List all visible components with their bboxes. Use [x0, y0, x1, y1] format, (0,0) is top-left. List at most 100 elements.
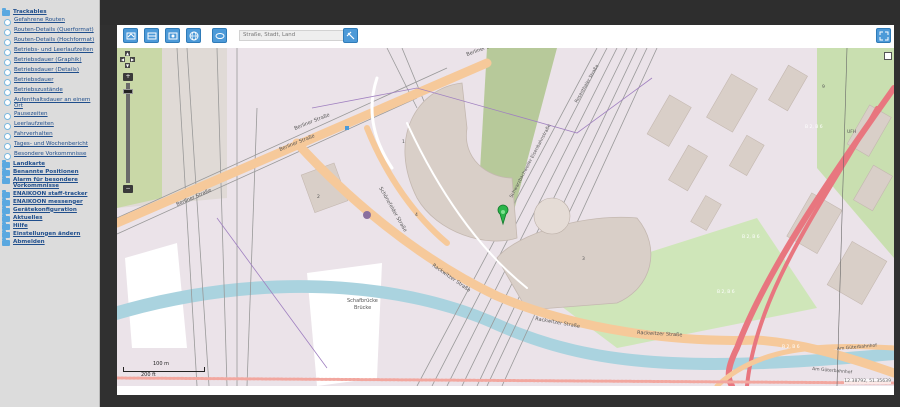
zoom-slider-handle[interactable]: [123, 89, 133, 94]
sidebar-item[interactable]: Landkarte: [0, 159, 99, 168]
sidebar-item[interactable]: Einstellungen ändern: [0, 229, 99, 238]
sidebar-item-label[interactable]: Aufenthaltsdauer an einem Ort: [14, 97, 99, 110]
map-tool-3-icon[interactable]: [165, 28, 180, 43]
sidebar-item-label[interactable]: Leerlaufzeiten: [14, 121, 54, 127]
sidebar-item[interactable]: Aufenthaltsdauer an einem Ort: [0, 97, 99, 110]
report-icon: [4, 59, 11, 66]
sidebar-item-label[interactable]: Betriebsdauer (Details): [14, 67, 79, 73]
top-bar: [100, 0, 900, 25]
report-icon: [4, 112, 11, 120]
sidebar-item-label[interactable]: Einstellungen ändern: [13, 231, 80, 237]
report-icon: [4, 122, 11, 130]
pan-control[interactable]: ▲ ◀ ▶ ▼: [120, 51, 135, 71]
zoom-in-button[interactable]: +: [123, 73, 133, 81]
sidebar-item-label[interactable]: Gerätekonfiguration: [13, 207, 77, 213]
cursor-coordinates: 12.38792, 51.35639: [844, 379, 891, 384]
map-tool-5-icon[interactable]: [212, 28, 227, 43]
sidebar-item-label[interactable]: Betriebszustände: [14, 87, 63, 93]
pan-up-icon[interactable]: ▲: [125, 51, 130, 56]
sidebar-item[interactable]: Benannte Positionen: [0, 167, 99, 176]
pan-down-icon[interactable]: ▼: [125, 63, 130, 68]
sidebar-item[interactable]: Betriebsdauer (Details): [0, 67, 99, 76]
folder-icon: [2, 221, 10, 230]
bus-stop-icon[interactable]: [345, 126, 349, 130]
sidebar-item-label[interactable]: Hilfe: [13, 223, 28, 229]
sidebar-item-label[interactable]: ENAIKOON messenger: [13, 199, 83, 205]
sidebar-item-label[interactable]: Betriebsdauer (Graphik): [14, 57, 82, 63]
zoom-slider[interactable]: [123, 83, 133, 183]
scale-imperial-label: 200 ft: [141, 372, 156, 378]
report-icon: [4, 79, 11, 86]
folder-icon: [2, 205, 10, 214]
pan-right-icon[interactable]: ▶: [130, 57, 135, 62]
sidebar-item[interactable]: Gerätekonfiguration: [0, 205, 99, 214]
map-canvas[interactable]: Berliner Straße Berliner Straße Berliner…: [117, 48, 894, 386]
sidebar-item[interactable]: ENAIKOON staff-tracker: [0, 189, 99, 198]
sidebar-item-label[interactable]: Trackables: [13, 9, 47, 15]
sidebar-item[interactable]: Gefahrene Routen: [0, 17, 99, 26]
report-icon: [4, 132, 11, 140]
folder-icon: [2, 189, 10, 198]
report-icon: [4, 89, 11, 96]
map-tool-2-icon[interactable]: [144, 28, 159, 43]
sidebar-item[interactable]: Besondere Vorkommnisse: [0, 151, 99, 160]
place-label: Brücke: [354, 305, 371, 311]
folder-icon: [2, 167, 10, 176]
sidebar-item[interactable]: Alarm für besondere Vorkommnisse: [0, 175, 99, 190]
sidebar-item[interactable]: Tages- und Wochenbericht: [0, 141, 99, 150]
sidebar-item-label[interactable]: Routen-Details (Querformat): [14, 27, 94, 33]
fullscreen-icon[interactable]: [876, 28, 891, 43]
map-panel: Berliner Straße Berliner Straße Berliner…: [117, 25, 894, 395]
sidebar-item[interactable]: Leerlaufzeiten: [0, 121, 99, 130]
report-icon: [4, 69, 11, 76]
map-toolbar: [117, 25, 894, 49]
zoom-control[interactable]: + −: [123, 73, 133, 193]
sidebar-item[interactable]: Hilfe: [0, 221, 99, 230]
report-icon: [4, 152, 11, 160]
sidebar-item[interactable]: Routen-Details (Querformat): [0, 27, 99, 36]
shop-icon[interactable]: [363, 211, 371, 219]
sidebar-item[interactable]: Betriebs- und Leerlaufzeiten: [0, 47, 99, 56]
highway-label: B 2, B 6: [742, 234, 760, 240]
sidebar-item-label[interactable]: Benannte Positionen: [13, 169, 79, 175]
address-search-input[interactable]: [239, 30, 344, 41]
rotunda: [533, 197, 571, 235]
sidebar-item-label[interactable]: Betriebs- und Leerlaufzeiten: [14, 47, 93, 53]
sidebar-item-label[interactable]: Alarm für besondere Vorkommnisse: [13, 177, 99, 190]
sidebar-item-label[interactable]: Routen-Details (Hochformat): [14, 37, 94, 43]
sidebar-item-label[interactable]: Tages- und Wochenbericht: [14, 141, 88, 147]
sidebar-item[interactable]: Betriebsdauer (Graphik): [0, 57, 99, 66]
sidebar-item[interactable]: Routen-Details (Hochformat): [0, 37, 99, 46]
pan-left-icon[interactable]: ◀: [120, 57, 125, 62]
sidebar-item-label[interactable]: Fahrverhalten: [14, 131, 53, 137]
report-icon: [4, 29, 11, 36]
pin-tool-icon[interactable]: [343, 28, 358, 43]
sidebar-item-label[interactable]: Pausezeiten: [14, 111, 48, 117]
map-tool-1-icon[interactable]: [123, 28, 138, 43]
house-number: 2: [317, 194, 320, 200]
map-svg[interactable]: Berliner Straße Berliner Straße Berliner…: [117, 48, 894, 386]
sidebar-item-label[interactable]: Gefahrene Routen: [14, 17, 65, 23]
map-footer: [117, 386, 894, 395]
sidebar-item-label[interactable]: ENAIKOON staff-tracker: [13, 191, 87, 197]
globe-icon[interactable]: [186, 28, 201, 43]
sidebar-item[interactable]: ENAIKOON messenger: [0, 197, 99, 206]
folder-icon: [2, 159, 10, 168]
sidebar-item[interactable]: Pausezeiten: [0, 111, 99, 120]
folder-icon: [2, 8, 10, 16]
folder-icon: [2, 229, 10, 238]
layer-switcher-icon[interactable]: [884, 52, 892, 60]
sidebar-item[interactable]: Trackables: [0, 8, 99, 16]
highway-label: B 2, B 6: [717, 289, 735, 295]
sidebar-item-label[interactable]: Landkarte: [13, 161, 45, 167]
sidebar-item[interactable]: Fahrverhalten: [0, 131, 99, 140]
sidebar-item[interactable]: Abmelden: [0, 237, 99, 246]
sidebar-item[interactable]: Betriebszustände: [0, 87, 99, 96]
sidebar-item[interactable]: Betriebsdauer: [0, 77, 99, 86]
sidebar-item-label[interactable]: Besondere Vorkommnisse: [14, 151, 86, 157]
sidebar-item[interactable]: Aktuelles: [0, 213, 99, 222]
sidebar-item-label[interactable]: Abmelden: [13, 239, 45, 245]
sidebar-item-label[interactable]: Betriebsdauer: [14, 77, 54, 83]
sidebar-item-label[interactable]: Aktuelles: [13, 215, 42, 221]
zoom-out-button[interactable]: −: [123, 185, 133, 193]
